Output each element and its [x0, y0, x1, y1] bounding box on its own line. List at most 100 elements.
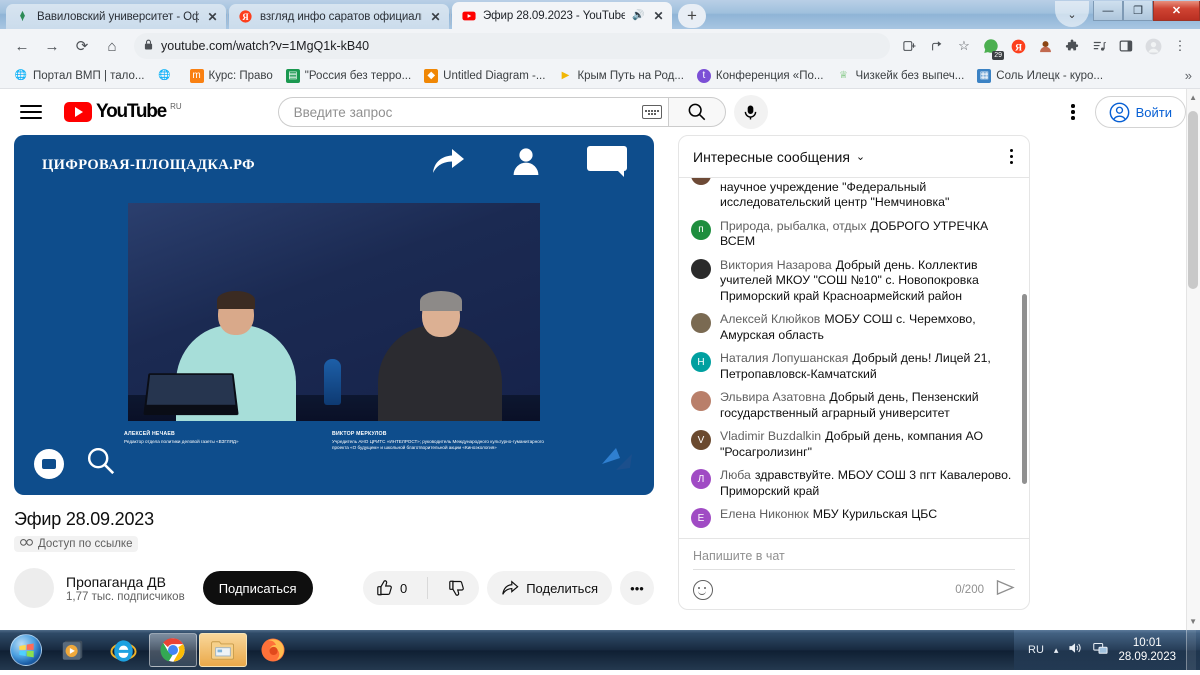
browser-tab-3[interactable]: Эфир 28.09.2023 - YouTube 🔊 ✕ [452, 2, 672, 29]
send-icon[interactable] [996, 579, 1015, 601]
avatar-extension-icon[interactable] [1033, 34, 1057, 58]
message-author: Елена Никонюк [720, 507, 809, 521]
address-bar[interactable]: youtube.com/watch?v=1MgQ1k-kB40 [134, 33, 890, 59]
youtube-logo[interactable]: YouTube RU [64, 102, 182, 122]
like-button[interactable]: 0 [363, 571, 420, 605]
message-author: Наталия Лопушанская [720, 351, 849, 365]
profile-icon[interactable] [1141, 34, 1165, 58]
chat-menu-icon[interactable] [1008, 145, 1016, 169]
close-icon[interactable]: ✕ [429, 10, 442, 24]
chat-mode-selector[interactable]: Интересные сообщения ⌄ [693, 149, 865, 165]
show-desktop-button[interactable] [1186, 630, 1196, 670]
bookmark-item[interactable]: ♕ Чизкейк без выпеч... [830, 67, 970, 85]
message-text: Наталия Лопушанская Добрый день! Лицей 21… [720, 351, 1015, 382]
share-arrow-icon [430, 146, 466, 181]
bookmarks-bar: 🌐 Портал ВМП | тало... 🌐 m Курс: Право ▤ "Р… [0, 63, 1200, 89]
video-player[interactable]: ЦИФРОВАЯ-ПЛОЩАДКА.РФ АЛЕКСЕЙ НЕЧАЕВ Реда… [14, 135, 654, 495]
chevron-down-icon: ⌄ [855, 151, 866, 163]
reading-list-icon[interactable] [1087, 34, 1111, 58]
start-button[interactable] [4, 631, 48, 669]
install-app-icon[interactable] [898, 34, 922, 58]
search-placeholder: Введите запрос [293, 104, 393, 120]
scroll-up-arrow[interactable]: ▲ [1189, 93, 1197, 102]
tab-separator [227, 9, 228, 25]
extensions-puzzle-icon[interactable] [1060, 34, 1084, 58]
channel-name[interactable]: Пропаганда ДВ [66, 574, 185, 590]
search-input[interactable]: Введите запрос [277, 97, 668, 127]
whatsapp-extension-icon[interactable]: 29 [979, 34, 1004, 60]
taskbar-item-file-explorer[interactable] [199, 633, 247, 667]
new-tab-button[interactable]: + [678, 4, 706, 28]
minimize-button[interactable]: — [1093, 1, 1123, 21]
network-icon[interactable] [1093, 641, 1109, 660]
share-icon[interactable] [925, 34, 949, 58]
channel-avatar[interactable] [14, 568, 54, 608]
subscribe-button[interactable]: Подписаться [202, 571, 313, 605]
emoji-icon[interactable] [693, 580, 713, 600]
maximize-button[interactable]: ❐ [1123, 1, 1153, 21]
bookmark-item[interactable]: m Курс: Право [184, 67, 279, 85]
speaker-left-caption: АЛЕКСЕЙ НЕЧАЕВ Редактор отдела политики … [124, 431, 314, 445]
message-author: Природа, рыбалка, отдых [720, 218, 867, 233]
taskbar-item-windows-media-player[interactable] [49, 633, 97, 667]
speaker-right-hair [420, 291, 462, 311]
video-bottom-right-logo [600, 446, 634, 477]
bookmark-item[interactable]: ◆ Untitled Diagram -... [418, 67, 551, 85]
search-button[interactable] [667, 97, 726, 127]
bookmark-item[interactable]: ▶ Крым Путь на Род... [552, 67, 689, 85]
bookmark-item[interactable]: 🌐 [152, 67, 183, 85]
browser-tab-1[interactable]: Вавиловский университет - Оф ✕ [6, 4, 226, 29]
chrome-menu-icon[interactable]: ⋮ [1168, 34, 1192, 58]
close-icon[interactable]: ✕ [652, 9, 665, 23]
forward-button[interactable]: → [38, 32, 66, 60]
bookmark-item[interactable]: ▦ Соль Илецк - куро... [971, 67, 1109, 85]
page-scrollbar[interactable]: ▲ ▼ [1186, 89, 1200, 630]
bookmark-item[interactable]: ▤ "Россия без терро... [280, 67, 417, 85]
language-indicator[interactable]: RU [1028, 644, 1044, 656]
home-button[interactable]: ⌂ [98, 32, 126, 60]
bookmark-item[interactable]: 🌐 Портал ВМП | тало... [8, 67, 151, 85]
taskbar-item-google-chrome[interactable] [149, 633, 197, 667]
close-window-button[interactable]: ✕ [1153, 1, 1200, 21]
avatar [691, 178, 711, 185]
laptop [143, 373, 239, 416]
yandex-extension-icon[interactable]: Я [1006, 34, 1030, 58]
clock[interactable]: 10:01 28.09.2023 [1118, 636, 1176, 664]
bookmark-star-icon[interactable]: ☆ [952, 34, 976, 58]
volume-icon[interactable] [1068, 641, 1083, 660]
scroll-down-arrow[interactable]: ▼ [1189, 617, 1197, 626]
close-icon[interactable]: ✕ [206, 10, 219, 24]
keyboard-icon[interactable] [641, 105, 662, 119]
taskbar-item-internet-explorer[interactable] [99, 633, 147, 667]
more-actions-button[interactable]: ••• [620, 571, 654, 605]
message-text: Виктория Назарова Добрый день. Коллектив … [720, 258, 1015, 305]
side-panel-icon[interactable] [1114, 34, 1138, 58]
scrollbar-thumb[interactable] [1188, 111, 1198, 289]
bookmarks-overflow-button[interactable]: » [1185, 68, 1192, 83]
share-button[interactable]: Поделиться [487, 571, 612, 605]
chat-input[interactable]: Напишите в чат [693, 549, 1015, 570]
browser-tab-2[interactable]: Я взгляд инфо саратов официаль ✕ [229, 4, 449, 29]
show-hidden-icons-button[interactable]: ▴ [1054, 645, 1059, 656]
settings-menu-icon[interactable] [1061, 98, 1085, 126]
chat-header: Интересные сообщения ⌄ [679, 136, 1029, 178]
chat-message: V Vladimir Buzdalkin Добрый день, компани… [679, 425, 1029, 464]
bookmark-item[interactable]: t Конференция «По... [691, 67, 830, 85]
bookmark-label: Курс: Право [208, 69, 273, 82]
chevron-down-icon[interactable]: ⌄ [1055, 1, 1089, 27]
video-frame [128, 203, 540, 421]
voice-search-button[interactable] [733, 95, 768, 129]
reload-button[interactable]: ⟳ [68, 32, 96, 60]
bookmark-label: Untitled Diagram -... [443, 69, 546, 82]
sign-in-button[interactable]: Войти [1094, 96, 1186, 128]
audio-playing-icon[interactable]: 🔊 [632, 10, 645, 21]
globe-icon: 🌐 [14, 70, 28, 81]
back-button[interactable]: ← [8, 32, 36, 60]
message-text: Люба здравствуйте. МБОУ СОШ 3 пгт Кавалер… [720, 468, 1015, 499]
taskbar-item-mozilla-firefox[interactable] [249, 633, 297, 667]
youtube-wordmark: YouTube [96, 101, 167, 122]
dislike-button[interactable] [435, 571, 479, 605]
tab-title: Вавиловский университет - Оф [37, 10, 199, 23]
chat-scrollbar[interactable] [1022, 294, 1027, 484]
guide-menu-icon[interactable] [20, 105, 42, 119]
